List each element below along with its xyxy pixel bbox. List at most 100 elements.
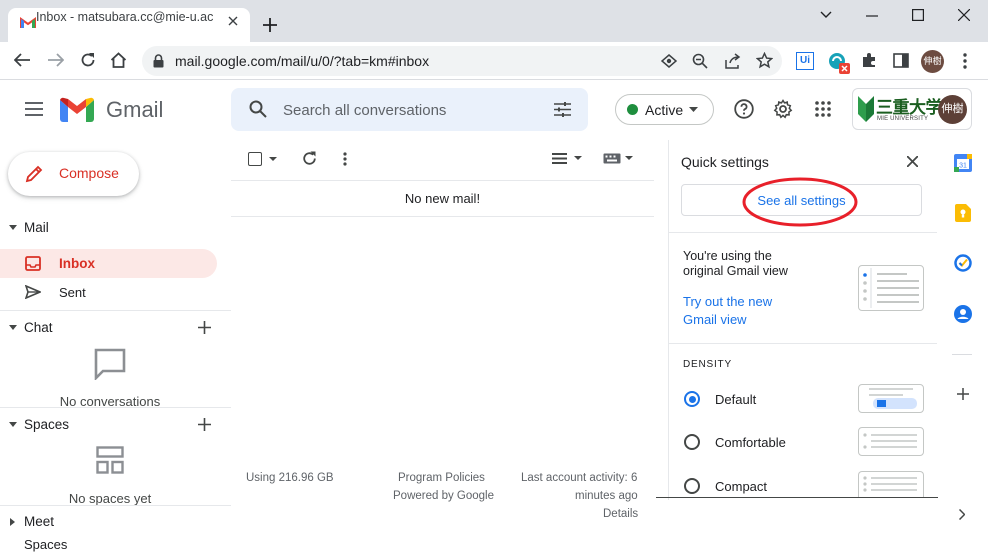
tab-close-icon[interactable] bbox=[228, 16, 238, 26]
mail-section-title[interactable]: Mail bbox=[24, 220, 49, 235]
details-link[interactable]: Details bbox=[603, 508, 638, 520]
spaces-empty-text: No spaces yet bbox=[68, 491, 152, 506]
search-icon[interactable] bbox=[249, 100, 267, 118]
density-default-thumbnail bbox=[858, 384, 924, 413]
gmail-logo-icon[interactable] bbox=[60, 97, 94, 122]
split-pane-icon[interactable] bbox=[552, 153, 582, 164]
sent-icon bbox=[25, 285, 41, 299]
original-view-thumbnail bbox=[858, 265, 924, 311]
density-comfortable-thumbnail bbox=[858, 427, 924, 456]
chat-section-title[interactable]: Chat bbox=[24, 320, 53, 335]
apps-grid-icon[interactable] bbox=[815, 101, 831, 117]
chat-add-icon[interactable] bbox=[198, 321, 211, 334]
back-icon[interactable] bbox=[14, 53, 30, 67]
zoom-icon[interactable] bbox=[692, 53, 708, 69]
side-panel-divider bbox=[952, 354, 972, 355]
new-tab-icon[interactable] bbox=[263, 18, 277, 32]
contacts-icon[interactable] bbox=[954, 305, 972, 323]
tab-search-chevron-icon[interactable] bbox=[820, 11, 832, 19]
active-status-dot bbox=[627, 104, 638, 115]
sidebar-divider bbox=[0, 505, 231, 506]
close-icon[interactable] bbox=[907, 156, 918, 167]
density-default-label[interactable]: Default bbox=[715, 392, 756, 407]
reload-icon[interactable] bbox=[80, 52, 96, 68]
refresh-icon[interactable] bbox=[302, 151, 317, 166]
menu-icon[interactable] bbox=[25, 102, 43, 116]
density-default-radio[interactable] bbox=[684, 391, 700, 407]
calendar-icon[interactable]: 31 bbox=[954, 154, 972, 172]
storage-usage[interactable]: Using 216.96 GB bbox=[246, 472, 334, 484]
input-tools-keyboard-icon[interactable] bbox=[603, 153, 633, 164]
density-comfortable-label[interactable]: Comfortable bbox=[715, 435, 786, 450]
keep-icon[interactable] bbox=[955, 204, 971, 222]
density-compact-thumbnail bbox=[858, 471, 924, 497]
extensions-puzzle-icon[interactable] bbox=[861, 52, 877, 68]
extension-badge-icon[interactable] bbox=[828, 52, 852, 76]
org-leaf-icon bbox=[857, 94, 875, 124]
home-icon[interactable] bbox=[110, 52, 127, 68]
uipath-extension-icon[interactable]: Ui bbox=[796, 52, 814, 70]
forward-icon[interactable] bbox=[48, 53, 64, 67]
spaces-section-title[interactable]: Spaces bbox=[24, 417, 69, 432]
select-dropdown-icon[interactable] bbox=[269, 157, 277, 161]
share-icon[interactable] bbox=[724, 53, 741, 69]
select-all-checkbox[interactable] bbox=[248, 152, 262, 166]
svg-text:31: 31 bbox=[959, 163, 967, 170]
density-comfortable-radio[interactable] bbox=[684, 434, 700, 450]
gmail-view-text: You're using the bbox=[683, 249, 772, 263]
more-vert-icon[interactable] bbox=[343, 152, 347, 166]
inbox-label: Inbox bbox=[59, 256, 95, 271]
quick-settings-title: Quick settings bbox=[681, 154, 769, 170]
spaces-grid-icon bbox=[96, 446, 124, 474]
view-icon[interactable] bbox=[661, 54, 677, 68]
qs-divider bbox=[669, 343, 937, 344]
chat-section-caret-icon[interactable] bbox=[9, 325, 17, 330]
side-panel bbox=[938, 140, 988, 544]
search-input[interactable]: Search all conversations bbox=[283, 102, 446, 119]
quick-settings-bottom-edge bbox=[656, 497, 948, 498]
status-label: Active bbox=[645, 102, 684, 118]
spaces-add-icon[interactable] bbox=[198, 418, 211, 431]
list-divider bbox=[231, 216, 654, 217]
spaces-section-caret-icon[interactable] bbox=[9, 422, 17, 427]
meet-section-title[interactable]: Meet bbox=[24, 514, 54, 529]
url-text[interactable]: mail.google.com/mail/u/0/?tab=km#inbox bbox=[175, 53, 429, 69]
last-activity-text: Last account activity: 6 bbox=[521, 472, 638, 484]
try-new-gmail-link[interactable]: Try out the new bbox=[683, 293, 772, 311]
qs-divider bbox=[669, 232, 937, 233]
density-compact-label[interactable]: Compact bbox=[715, 479, 767, 494]
maximize-icon[interactable] bbox=[912, 9, 924, 21]
empty-inbox-message: No new mail! bbox=[404, 191, 481, 206]
sidebar-item-sent[interactable]: Sent bbox=[59, 285, 86, 300]
tune-icon[interactable] bbox=[554, 102, 571, 117]
browser-menu-icon[interactable] bbox=[963, 53, 967, 69]
org-logo-subtext: MIE UNIVERSITY bbox=[877, 116, 929, 122]
tasks-icon[interactable] bbox=[954, 254, 972, 272]
compose-label: Compose bbox=[59, 165, 119, 181]
density-compact-radio[interactable] bbox=[684, 478, 700, 494]
cut-section-title[interactable]: Spaces bbox=[24, 537, 67, 552]
profile-avatar[interactable]: 伸樹 bbox=[921, 50, 944, 73]
side-panel-icon[interactable] bbox=[893, 53, 909, 68]
mail-section-caret-icon[interactable] bbox=[9, 225, 17, 230]
gmail-view-text-2: original Gmail view bbox=[683, 264, 788, 278]
list-divider bbox=[231, 180, 654, 181]
help-icon[interactable] bbox=[734, 99, 754, 119]
try-new-gmail-link-2[interactable]: Gmail view bbox=[683, 311, 747, 329]
org-logo-text: 三重大学 bbox=[876, 98, 943, 118]
settings-gear-icon[interactable] bbox=[773, 99, 793, 119]
status-dropdown-icon bbox=[689, 107, 698, 112]
add-icon[interactable] bbox=[957, 388, 969, 400]
meet-section-caret-icon[interactable] bbox=[10, 518, 15, 526]
account-avatar[interactable]: 伸樹 bbox=[938, 95, 967, 124]
sidebar-divider bbox=[0, 407, 231, 408]
annotation-red-ellipse bbox=[742, 176, 858, 228]
expand-panel-chevron-icon[interactable] bbox=[959, 509, 965, 520]
last-activity-text-2: minutes ago bbox=[575, 490, 638, 502]
lock-icon[interactable] bbox=[153, 54, 164, 68]
program-policies-link[interactable]: Program Policies bbox=[398, 472, 485, 484]
gmail-brand-text[interactable]: Gmail bbox=[106, 97, 163, 123]
window-close-icon[interactable] bbox=[958, 9, 970, 21]
minimize-icon[interactable] bbox=[866, 15, 878, 17]
bookmark-star-icon[interactable] bbox=[756, 52, 773, 69]
